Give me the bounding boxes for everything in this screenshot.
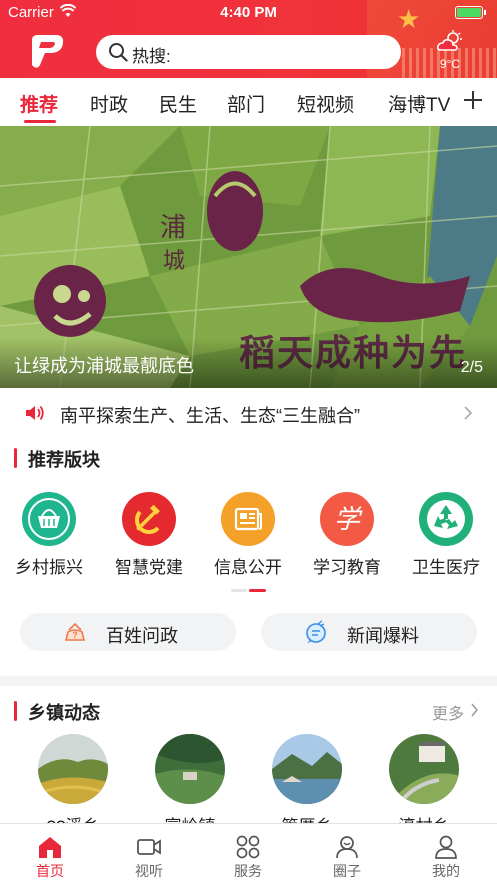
bottom-navigation: 首页 视听 服务 圈子 我的: [0, 823, 497, 883]
town-item[interactable]: ??溪乡: [37, 734, 109, 837]
status-bar: Carrier 4:40 PM: [0, 0, 497, 26]
svg-text:?: ?: [72, 630, 78, 640]
basket-icon: [22, 492, 76, 546]
banner-carousel[interactable]: 浦 城 稻天成种为先 让绿成为浦城最靓底色 2/5: [0, 126, 497, 388]
tab-departments[interactable]: 部门: [227, 90, 265, 117]
study-icon: 学: [320, 492, 374, 546]
grid-icon: [236, 835, 260, 859]
grid-item-smart-party[interactable]: 智慧党建: [109, 492, 189, 578]
question-icon: ?: [64, 622, 86, 641]
grid-item-label: 信息公开: [214, 558, 282, 577]
public-inquiry-button[interactable]: ? 百姓问政: [20, 613, 236, 651]
town-photo: [272, 734, 342, 804]
weather-widget[interactable]: 9°C: [430, 30, 470, 71]
town-item[interactable]: 濠村乡: [388, 734, 460, 837]
nav-label: 圈子: [333, 863, 361, 879]
grid-item-study-education[interactable]: 学 学习教育: [307, 492, 387, 578]
grid-item-rural-revitalization[interactable]: 乡村振兴: [9, 492, 89, 578]
section-title-towns: 乡镇动态: [14, 699, 100, 725]
active-tab-indicator: [24, 120, 56, 123]
chat-bubble-icon: [306, 620, 326, 643]
ticker-text: 南平探索生产、生活、生态“三生融合”: [60, 406, 360, 426]
tab-short-video[interactable]: 短视频: [297, 90, 354, 117]
nav-profile[interactable]: 我的: [416, 834, 476, 881]
banner-page-index: 2/5: [460, 359, 483, 376]
town-item[interactable]: 富岭镇: [154, 734, 226, 837]
page-indicator-dot: [231, 589, 247, 592]
town-photo: [38, 734, 108, 804]
town-photo: [389, 734, 459, 804]
grid-item-healthcare[interactable]: 卫生医疗: [406, 492, 486, 578]
cloudy-sun-icon: [437, 30, 462, 51]
section-divider: [0, 676, 497, 686]
video-camera-icon: [137, 839, 161, 855]
weather-temperature: 9°C: [439, 57, 461, 71]
chevron-right-icon[interactable]: [470, 703, 479, 717]
add-channel-icon[interactable]: [461, 86, 485, 114]
news-ticker[interactable]: 南平探索生产、生活、生态“三生融合”: [0, 388, 497, 438]
grid-item-label: 智慧党建: [115, 558, 183, 577]
user-icon: [435, 835, 457, 859]
svg-text:学: 学: [334, 505, 363, 535]
hammer-sickle-icon: [122, 492, 176, 546]
search-placeholder: 热搜:: [132, 47, 171, 66]
community-icon: [336, 836, 358, 859]
nav-label: 我的: [432, 863, 460, 879]
town-photo: [155, 734, 225, 804]
section-title-recommend: 推荐版块: [14, 446, 100, 472]
grid-item-label: 乡村振兴: [15, 558, 83, 577]
nav-circle[interactable]: 圈子: [317, 834, 377, 881]
speaker-icon: [26, 405, 44, 421]
grid-item-info-disclosure[interactable]: 信息公开: [208, 492, 288, 578]
page-indicator-dot-active: [249, 589, 266, 592]
app-header: ★ Carrier 4:40 PM 热搜: 9°C: [0, 0, 497, 78]
nav-home[interactable]: 首页: [20, 834, 80, 881]
town-item[interactable]: 管厝乡: [271, 734, 343, 837]
pill-label: 新闻爆料: [347, 626, 419, 646]
nav-services[interactable]: 服务: [218, 834, 278, 881]
newspaper-icon: [221, 492, 275, 546]
home-icon: [39, 837, 61, 858]
pill-label: 百姓问政: [106, 626, 178, 646]
clock: 4:40 PM: [220, 4, 277, 21]
search-bar[interactable]: 热搜:: [96, 35, 401, 69]
search-icon: [109, 43, 128, 62]
svg-text:城: 城: [163, 249, 185, 274]
category-tabs: 推荐 时政 民生 部门 短视频 海博TV: [0, 78, 497, 126]
tab-politics[interactable]: 时政: [90, 90, 128, 117]
nav-av[interactable]: 视听: [119, 834, 179, 881]
chevron-right-icon: [464, 406, 473, 420]
banner-caption: 让绿成为浦城最靓底色: [14, 356, 194, 376]
svg-text:浦: 浦: [160, 213, 186, 243]
news-tip-button[interactable]: 新闻爆料: [261, 613, 477, 651]
tab-recommend[interactable]: 推荐: [20, 90, 58, 117]
nav-label: 视听: [135, 863, 163, 879]
nav-label: 服务: [234, 863, 262, 879]
nav-label: 首页: [36, 863, 64, 879]
battery-icon: [455, 6, 486, 19]
grid-item-label: 卫生医疗: [412, 558, 480, 577]
tab-haibo-tv[interactable]: 海博TV: [388, 90, 450, 117]
tab-livelihood[interactable]: 民生: [159, 90, 197, 117]
app-logo-icon[interactable]: [26, 32, 68, 70]
recycle-icon: [419, 492, 473, 546]
grid-item-label: 学习教育: [313, 558, 381, 577]
more-link[interactable]: 更多: [432, 700, 464, 724]
